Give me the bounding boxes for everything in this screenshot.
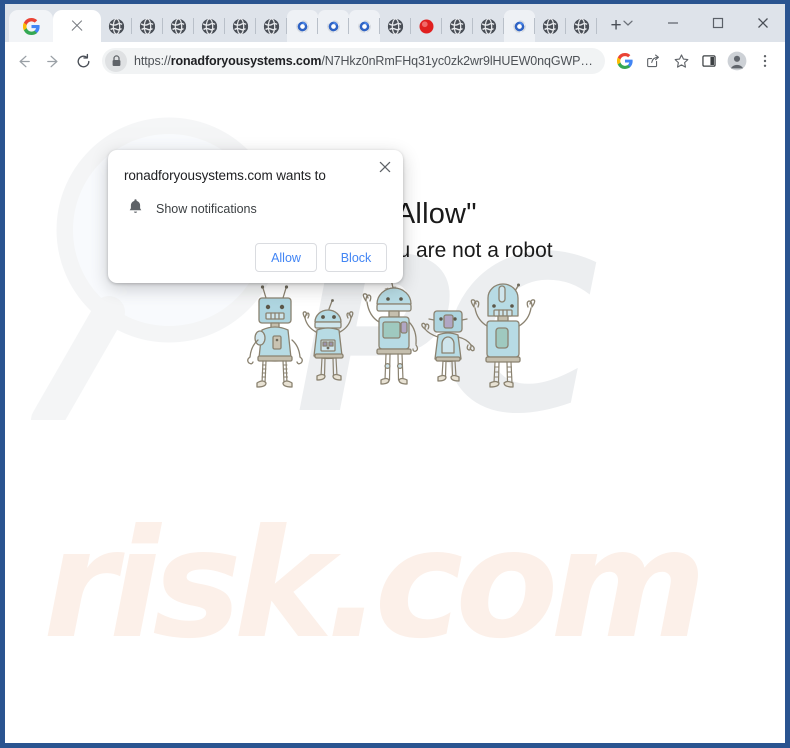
lock-icon[interactable]	[105, 50, 127, 72]
bookmark-star-icon[interactable]	[667, 47, 695, 75]
chrome-icon	[356, 18, 373, 35]
window-controls	[605, 4, 785, 42]
maximize-button[interactable]	[695, 6, 740, 40]
globe-icon	[542, 17, 559, 35]
url-scheme: https://	[134, 54, 171, 68]
forward-arrow-icon[interactable]	[38, 46, 68, 76]
globe-icon	[139, 17, 156, 35]
profile-avatar-icon[interactable]	[723, 47, 751, 75]
google-lens-icon[interactable]	[611, 47, 639, 75]
dialog-actions: Allow Block	[124, 243, 387, 272]
bell-icon	[128, 198, 143, 219]
address-bar-text[interactable]: https://ronadforyousystems.com/N7Hkz0nRm…	[134, 54, 593, 68]
risk-watermark-text: risk.com	[43, 498, 707, 672]
tab-8[interactable]	[287, 10, 318, 42]
tab-16[interactable]	[535, 10, 566, 42]
tab-7[interactable]	[256, 10, 287, 42]
allow-button[interactable]: Allow	[255, 243, 317, 272]
tab-12[interactable]	[411, 10, 442, 42]
tab-17[interactable]	[566, 10, 597, 42]
globe-icon	[201, 17, 218, 35]
minimize-button[interactable]	[650, 6, 695, 40]
close-icon[interactable]	[69, 18, 85, 34]
chrome-icon	[325, 18, 342, 35]
tab-search-button[interactable]	[605, 6, 650, 40]
tab-active-current[interactable]	[53, 10, 101, 42]
permission-row: Show notifications	[124, 198, 387, 219]
close-button[interactable]	[740, 6, 785, 40]
globe-icon	[387, 17, 404, 35]
google-logo-icon	[22, 17, 40, 35]
red-dot-icon	[418, 18, 435, 35]
tab-2[interactable]	[101, 10, 132, 42]
address-bar[interactable]: https://ronadforyousystems.com/N7Hkz0nRm…	[102, 48, 605, 74]
browser-window: + https://ronadforyousystems.com/N7Hkz0n…	[0, 0, 790, 748]
tab-google[interactable]	[9, 10, 53, 42]
globe-icon	[232, 17, 249, 35]
tab-14[interactable]	[473, 10, 504, 42]
globe-icon	[108, 17, 125, 35]
more-menu-icon[interactable]	[751, 47, 779, 75]
dialog-title: ronadforyousystems.com wants to	[124, 168, 326, 183]
chrome-icon	[294, 18, 311, 35]
tab-10[interactable]	[349, 10, 380, 42]
tab-15[interactable]	[504, 10, 535, 42]
url-domain: ronadforyousystems.com	[170, 54, 322, 68]
globe-icon	[573, 17, 590, 35]
page-content: PC risk.com Click "Allow" to confirm tha…	[5, 80, 785, 743]
side-panel-icon[interactable]	[695, 47, 723, 75]
tab-6[interactable]	[225, 10, 256, 42]
globe-icon	[170, 17, 187, 35]
url-path: /N7Hkz0nRmFHq31yc0zk2wr9lHUEW0nqGWP…	[321, 54, 593, 68]
robots-illustration	[245, 276, 545, 418]
tab-13[interactable]	[442, 10, 473, 42]
tab-11[interactable]	[380, 10, 411, 42]
tab-5[interactable]	[194, 10, 225, 42]
chrome-icon	[511, 18, 528, 35]
tab-3[interactable]	[132, 10, 163, 42]
block-button[interactable]: Block	[325, 243, 387, 272]
globe-icon	[263, 17, 280, 35]
notification-permission-dialog: ronadforyousystems.com wants to Show not…	[108, 150, 403, 283]
reload-icon[interactable]	[68, 46, 98, 76]
share-icon[interactable]	[639, 47, 667, 75]
tab-strip: +	[5, 4, 785, 42]
dialog-close-icon[interactable]	[375, 157, 395, 177]
permission-label: Show notifications	[156, 201, 257, 216]
tab-4[interactable]	[163, 10, 194, 42]
globe-icon	[449, 17, 466, 35]
browser-toolbar: https://ronadforyousystems.com/N7Hkz0nRm…	[5, 42, 785, 80]
globe-icon	[480, 17, 497, 35]
tab-9[interactable]	[318, 10, 349, 42]
back-arrow-icon[interactable]	[8, 46, 38, 76]
